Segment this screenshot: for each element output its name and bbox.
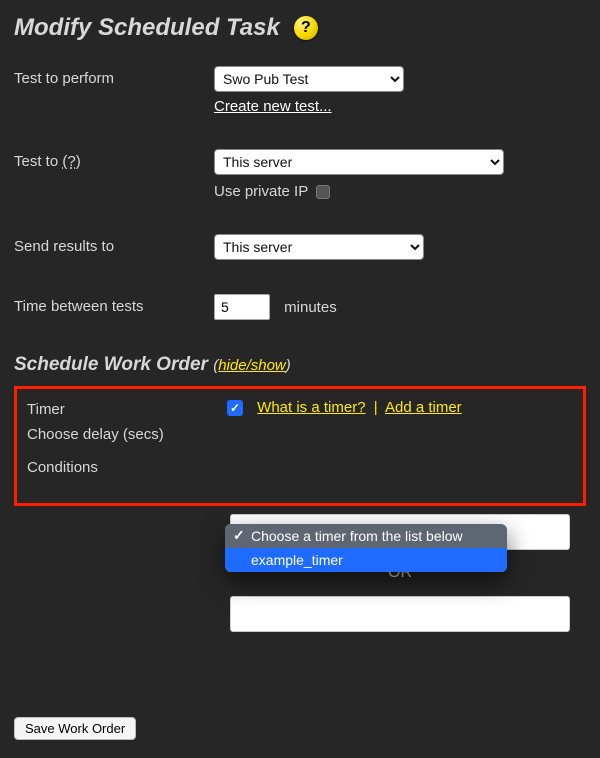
heading-schedule-work-order: Schedule Work Order (hide/show): [14, 354, 586, 376]
add-timer-link[interactable]: Add a timer: [385, 399, 462, 416]
checkbox-use-private-ip[interactable]: [316, 185, 330, 199]
row-time-between: Time between tests minutes: [14, 294, 586, 320]
dropdown-option-header[interactable]: Choose a timer from the list below: [225, 524, 507, 548]
label-use-private-ip: Use private IP: [214, 183, 308, 200]
label-test-to-perform: Test to perform: [14, 66, 214, 87]
dropdown-option-example-timer[interactable]: example_timer: [225, 548, 507, 572]
input-time-between[interactable]: [214, 294, 270, 320]
label-minutes: minutes: [284, 299, 337, 316]
highlight-box: Timer ✓ What is a timer? | Add a timer C…: [14, 386, 586, 506]
page-title: Modify Scheduled Task ?: [14, 14, 586, 42]
label-test-to: Test to (?): [14, 149, 214, 170]
select-send-results[interactable]: This server: [214, 234, 424, 260]
checkbox-timer[interactable]: ✓: [227, 400, 243, 416]
label-conditions: Conditions: [27, 457, 227, 476]
row-test-to: Test to (?) This server Use private IP: [14, 149, 586, 200]
row-test-to-perform: Test to perform Swo Pub Test Create new …: [14, 66, 586, 115]
timer-link-separator: |: [374, 399, 378, 416]
create-new-test-link[interactable]: Create new test...: [214, 98, 586, 115]
label-timer: Timer: [27, 399, 227, 418]
page-title-text: Modify Scheduled Task: [14, 14, 280, 42]
label-send-results: Send results to: [14, 234, 214, 255]
select-test-to[interactable]: This server: [214, 149, 504, 175]
hideshow-link[interactable]: hide/show: [218, 357, 286, 374]
what-is-timer-link[interactable]: What is a timer?: [257, 399, 365, 416]
help-icon[interactable]: ?: [294, 16, 318, 40]
row-send-results: Send results to This server: [14, 234, 586, 260]
label-time-between: Time between tests: [14, 294, 214, 315]
conditions-input-2[interactable]: [230, 596, 570, 632]
choose-delay-dropdown[interactable]: Choose a timer from the list below examp…: [225, 524, 507, 572]
select-test-to-perform[interactable]: Swo Pub Test: [214, 66, 404, 92]
save-work-order-button[interactable]: Save Work Order: [14, 717, 136, 740]
label-choose-delay: Choose delay (secs): [27, 424, 227, 443]
